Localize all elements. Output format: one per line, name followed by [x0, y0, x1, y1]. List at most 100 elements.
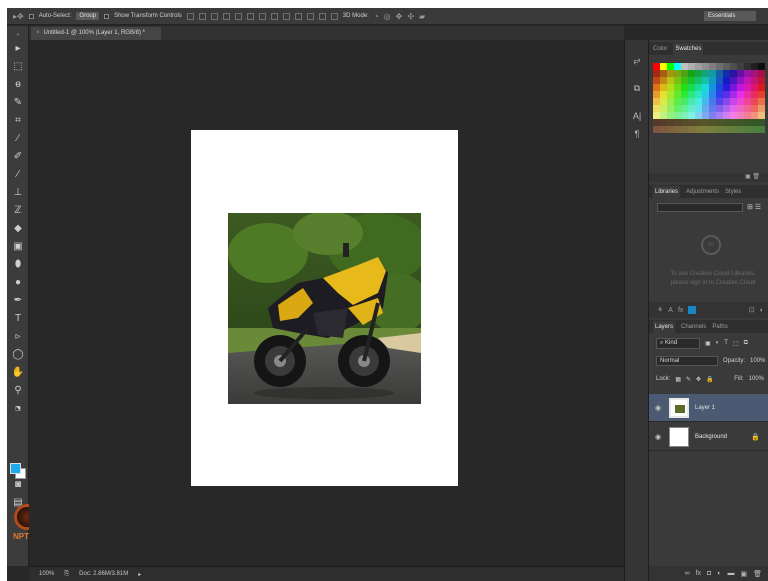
align-bottom-icon[interactable] — [210, 12, 218, 20]
gradient-tool-icon[interactable]: ▣ — [11, 240, 25, 254]
tab-styles[interactable]: Styles — [725, 189, 741, 195]
align-center-icon[interactable] — [234, 12, 242, 20]
swatch[interactable] — [723, 126, 730, 133]
swatch[interactable] — [751, 63, 758, 70]
swatch[interactable] — [681, 70, 688, 77]
swatch[interactable] — [716, 119, 723, 126]
swatch[interactable] — [751, 112, 758, 119]
motorcycle-image[interactable] — [228, 213, 421, 404]
distribute-middle-icon[interactable] — [270, 12, 278, 20]
swatch[interactable] — [702, 119, 709, 126]
swatch[interactable] — [758, 126, 765, 133]
swatch[interactable] — [737, 112, 744, 119]
swatch[interactable] — [716, 84, 723, 91]
swatch[interactable] — [660, 84, 667, 91]
swatch[interactable] — [709, 70, 716, 77]
history-brush-tool-icon[interactable]: ℤ — [11, 204, 25, 218]
swatch[interactable] — [723, 70, 730, 77]
foreground-color-swatch[interactable] — [10, 463, 21, 474]
align-middle-icon[interactable] — [198, 12, 206, 20]
new-adjustment-layer-icon[interactable]: ◐ — [717, 570, 721, 577]
swatch[interactable] — [758, 98, 765, 105]
swatch[interactable] — [695, 126, 702, 133]
swatch[interactable] — [716, 70, 723, 77]
3d-drag-icon[interactable]: ✥ — [396, 8, 403, 25]
zoom-level[interactable]: 100% — [39, 571, 54, 577]
swatch[interactable] — [716, 63, 723, 70]
swatch[interactable] — [709, 91, 716, 98]
swatch[interactable] — [653, 98, 660, 105]
zoom-tool-icon[interactable]: ⚲ — [11, 384, 25, 398]
blur-tool-icon[interactable]: ⬮ — [11, 258, 25, 272]
swatch[interactable] — [744, 84, 751, 91]
pen-tool-icon[interactable]: ✒ — [11, 294, 25, 308]
delete-layer-icon[interactable]: 🗑 — [753, 570, 762, 578]
swatch[interactable] — [709, 77, 716, 84]
move-tool-icon[interactable]: ▸✥ — [13, 8, 24, 25]
show-transform-checkbox[interactable] — [104, 13, 110, 19]
layer-style-icon[interactable]: fx — [696, 570, 701, 577]
filter-type-icon[interactable]: T — [724, 340, 728, 346]
swatch[interactable] — [688, 98, 695, 105]
3d-roll-icon[interactable]: ◎ — [384, 8, 391, 25]
swatch[interactable] — [716, 126, 723, 133]
add-character-style-icon[interactable]: A — [668, 307, 673, 314]
swatch[interactable] — [709, 63, 716, 70]
swatch[interactable] — [723, 119, 730, 126]
eraser-tool-icon[interactable]: ◆ — [11, 222, 25, 236]
swatch[interactable] — [730, 126, 737, 133]
new-group-icon[interactable]: ▬ — [727, 570, 734, 577]
new-layer-icon[interactable]: ▣ — [740, 570, 747, 578]
library-share-icon[interactable]: ⊡ — [749, 306, 755, 314]
visibility-eye-icon[interactable]: ◉ — [655, 404, 663, 412]
3d-rotate-icon[interactable]: ◔ — [374, 8, 379, 25]
swatch[interactable] — [667, 91, 674, 98]
swatch[interactable] — [695, 105, 702, 112]
swatch[interactable] — [751, 91, 758, 98]
filter-adjustment-icon[interactable]: ◐ — [716, 340, 720, 346]
swatch[interactable] — [660, 126, 667, 133]
swatch[interactable] — [674, 126, 681, 133]
swatch[interactable] — [723, 91, 730, 98]
visibility-eye-icon[interactable]: ◉ — [655, 433, 663, 441]
swatch[interactable] — [681, 98, 688, 105]
swatch[interactable] — [744, 63, 751, 70]
swatch[interactable] — [674, 119, 681, 126]
swatch[interactable] — [744, 105, 751, 112]
new-swatch-icon[interactable]: ▣ — [745, 174, 751, 180]
swatch[interactable] — [674, 84, 681, 91]
swatch[interactable] — [674, 105, 681, 112]
swatch[interactable] — [709, 98, 716, 105]
distribute-right-icon[interactable] — [318, 12, 326, 20]
healing-brush-tool-icon[interactable]: ✐ — [11, 150, 25, 164]
swatch[interactable] — [737, 91, 744, 98]
layer-name[interactable]: Background — [695, 434, 727, 440]
swatch[interactable] — [674, 77, 681, 84]
swatch[interactable] — [674, 91, 681, 98]
swatch[interactable] — [695, 84, 702, 91]
swatch[interactable] — [744, 112, 751, 119]
eyedropper-tool-icon[interactable]: ⁄ — [11, 132, 25, 146]
tab-swatches[interactable]: Swatches — [673, 42, 704, 55]
swatch[interactable] — [681, 105, 688, 112]
collapse-icon[interactable]: » — [11, 28, 25, 42]
tab-layers[interactable]: Layers — [653, 320, 676, 333]
lock-transparent-icon[interactable]: ▦ — [675, 376, 681, 383]
swatch[interactable] — [695, 91, 702, 98]
swatch[interactable] — [730, 98, 737, 105]
align-right-icon[interactable] — [246, 12, 254, 20]
swatch[interactable] — [695, 112, 702, 119]
swatch[interactable] — [709, 126, 716, 133]
swatch[interactable] — [660, 91, 667, 98]
layer-name[interactable]: Layer 1 — [695, 405, 715, 411]
swatch[interactable] — [730, 84, 737, 91]
swatch[interactable] — [674, 98, 681, 105]
swatch[interactable] — [688, 105, 695, 112]
add-color-icon[interactable] — [688, 306, 697, 314]
swatch[interactable] — [667, 63, 674, 70]
swatch[interactable] — [758, 119, 765, 126]
swatch[interactable] — [709, 105, 716, 112]
swatch[interactable] — [730, 63, 737, 70]
path-selection-tool-icon[interactable]: ▹ — [11, 330, 25, 344]
swatch[interactable] — [695, 98, 702, 105]
